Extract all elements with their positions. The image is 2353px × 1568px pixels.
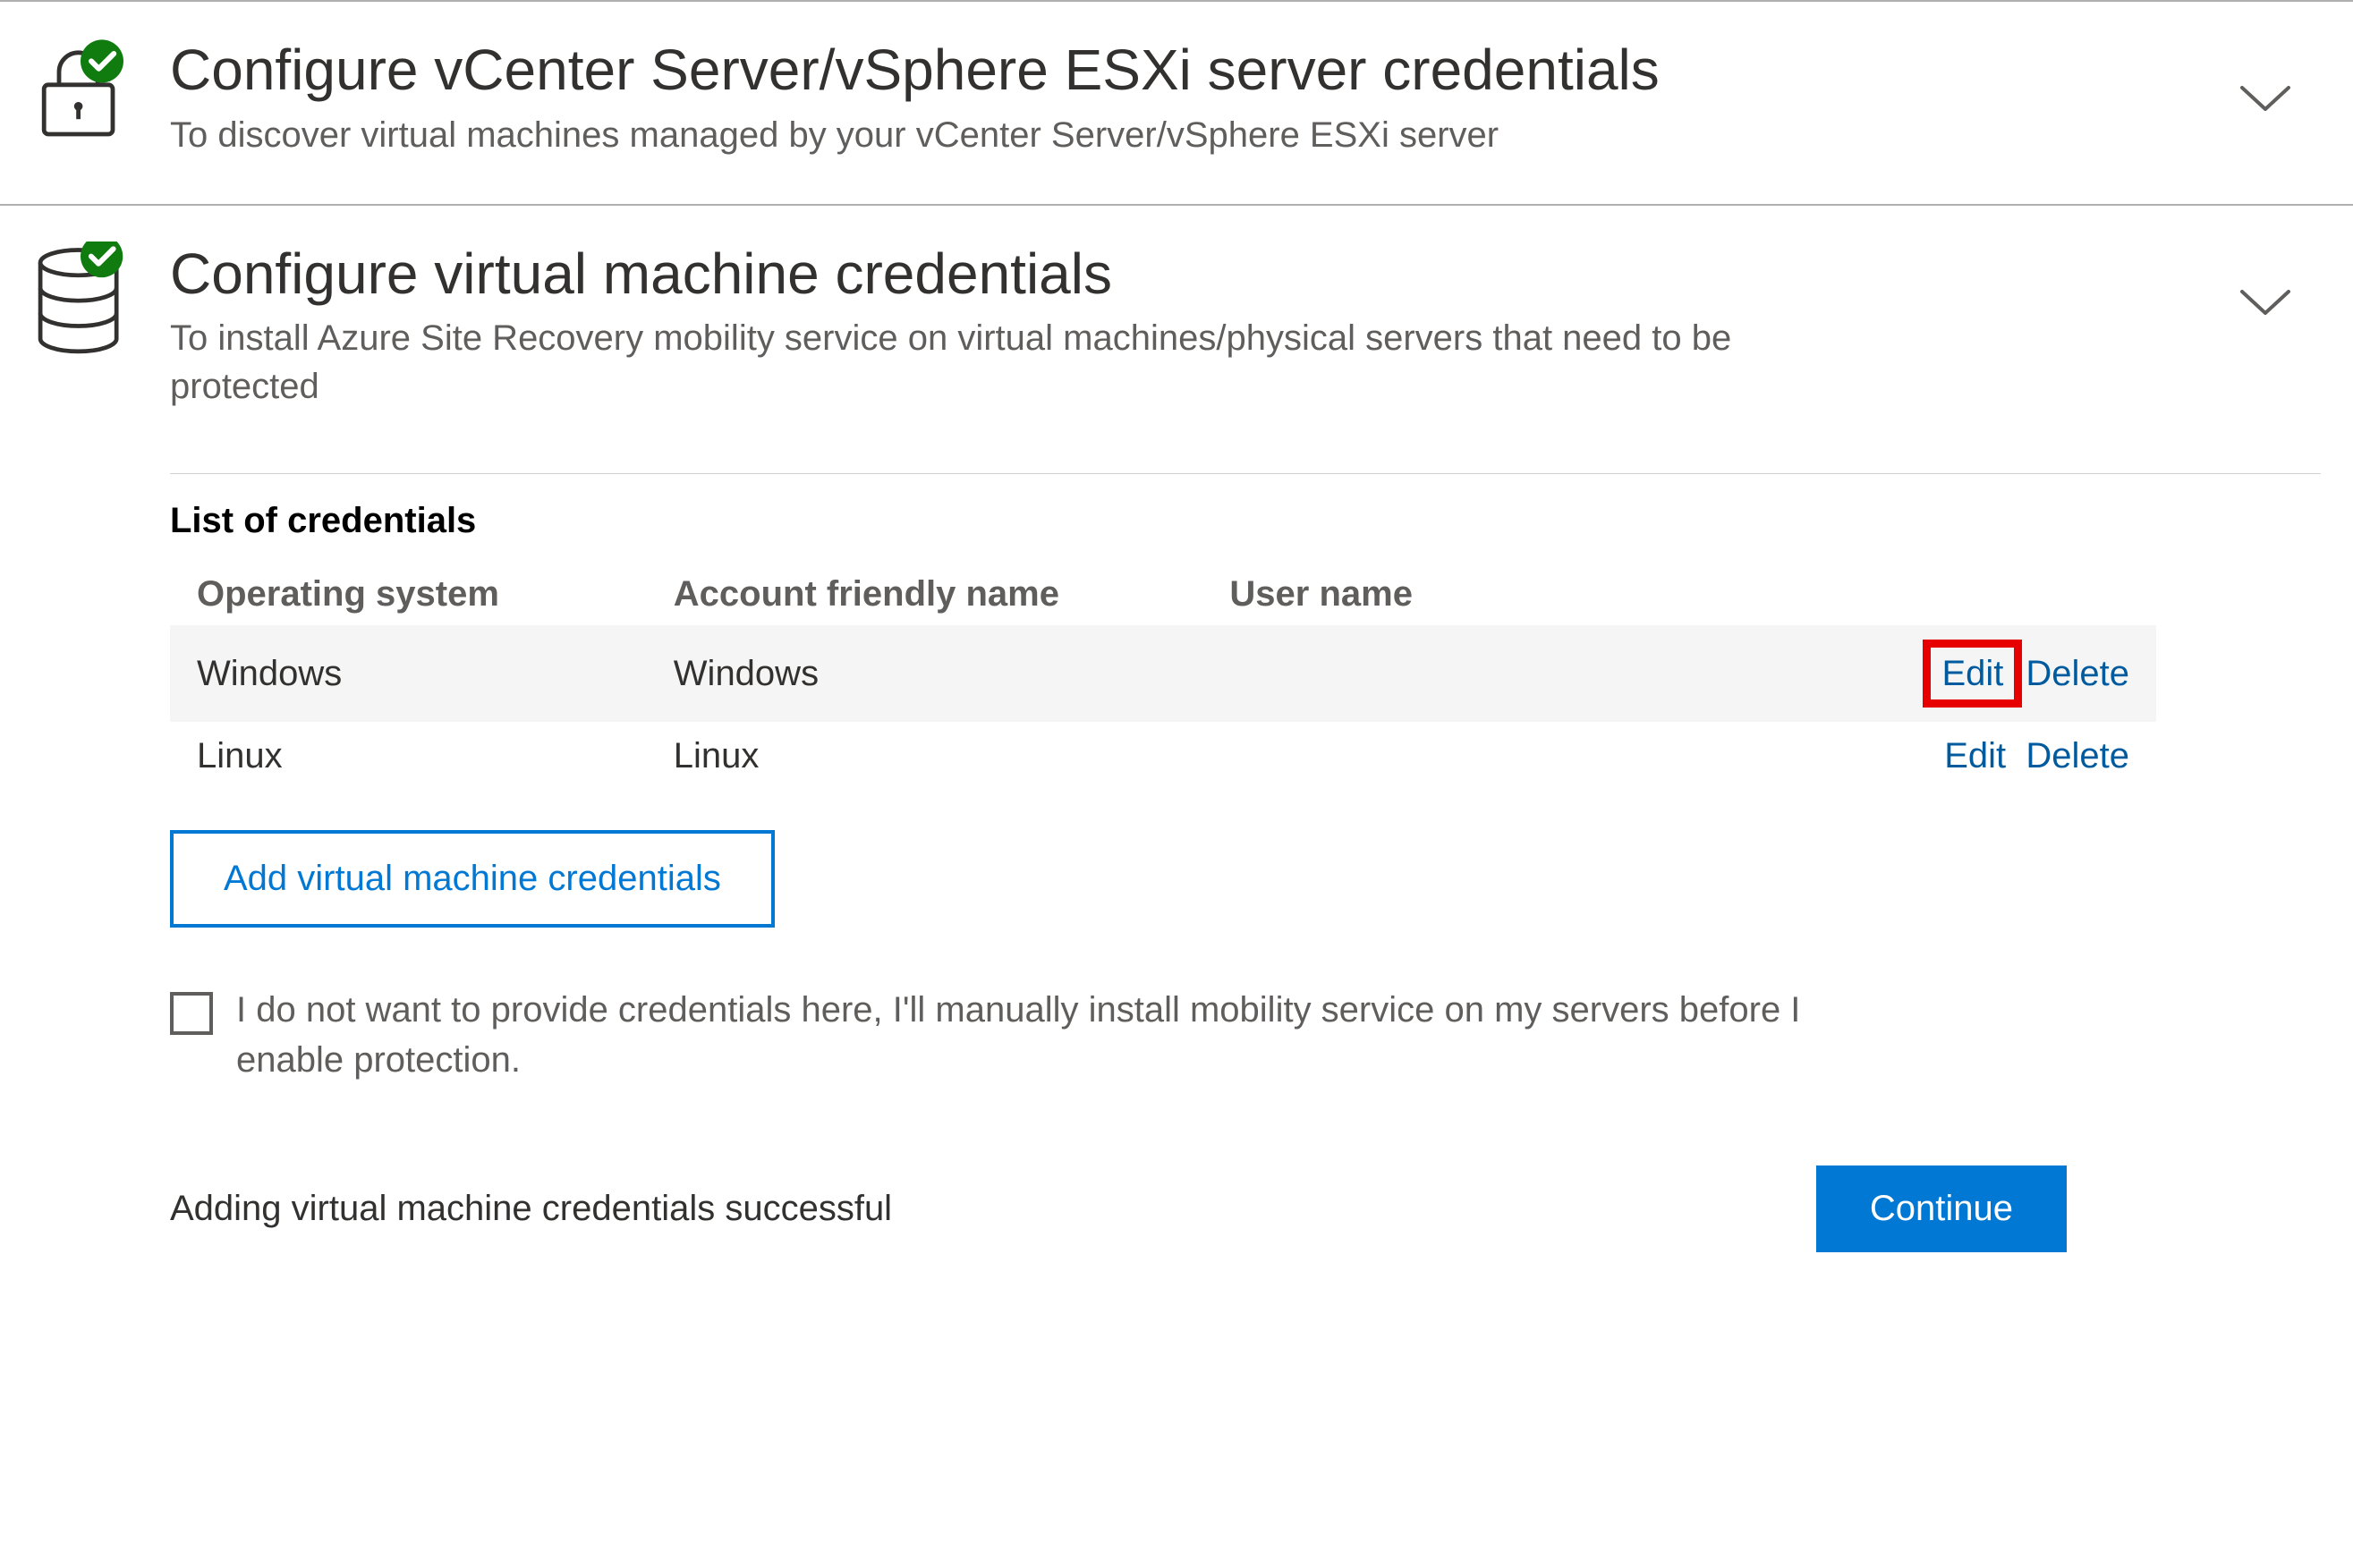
table-row: Windows Windows EditDelete: [170, 625, 2156, 722]
section2-subtitle: To install Azure Site Recovery mobility …: [170, 314, 1825, 411]
cell-user: [1202, 625, 1759, 722]
delete-link[interactable]: Delete: [2026, 736, 2129, 776]
cell-os: Windows: [170, 625, 647, 722]
skip-credentials-checkbox-row: I do not want to provide credentials her…: [170, 985, 1807, 1085]
col-os: Operating system: [170, 564, 647, 625]
cell-friendly: Linux: [647, 722, 1203, 791]
credentials-table: Operating system Account friendly name U…: [170, 564, 2156, 791]
divider: [170, 473, 2321, 474]
chevron-down-icon[interactable]: [2237, 38, 2321, 123]
add-vm-credentials-button[interactable]: Add virtual machine credentials: [170, 830, 775, 928]
delete-link[interactable]: Delete: [2026, 654, 2129, 693]
section-vcenter-credentials[interactable]: Configure vCenter Server/vSphere ESXi se…: [0, 0, 2353, 204]
cell-os: Linux: [170, 722, 647, 791]
section2-title: Configure virtual machine credentials: [170, 242, 2210, 308]
cell-friendly: Windows: [647, 625, 1203, 722]
col-user: User name: [1202, 564, 1759, 625]
continue-button[interactable]: Continue: [1816, 1165, 2067, 1252]
edit-link-highlighted[interactable]: Edit: [1923, 640, 2022, 708]
col-friendly: Account friendly name: [647, 564, 1203, 625]
skip-credentials-checkbox[interactable]: [170, 992, 213, 1035]
database-icon: [18, 242, 143, 358]
credentials-list-title: List of credentials: [170, 501, 2321, 541]
section1-subtitle: To discover virtual machines managed by …: [170, 111, 1825, 159]
section1-title: Configure vCenter Server/vSphere ESXi se…: [170, 38, 2210, 104]
status-message: Adding virtual machine credentials succe…: [170, 1189, 1780, 1229]
skip-credentials-label: I do not want to provide credentials her…: [236, 985, 1807, 1085]
cell-user: [1202, 722, 1759, 791]
chevron-down-icon[interactable]: [2237, 242, 2321, 326]
lock-icon: [18, 38, 143, 145]
section-vm-credentials[interactable]: Configure virtual machine credentials To…: [0, 204, 2353, 456]
table-row: Linux Linux Edit Delete: [170, 722, 2156, 791]
edit-link[interactable]: Edit: [1944, 736, 2006, 776]
